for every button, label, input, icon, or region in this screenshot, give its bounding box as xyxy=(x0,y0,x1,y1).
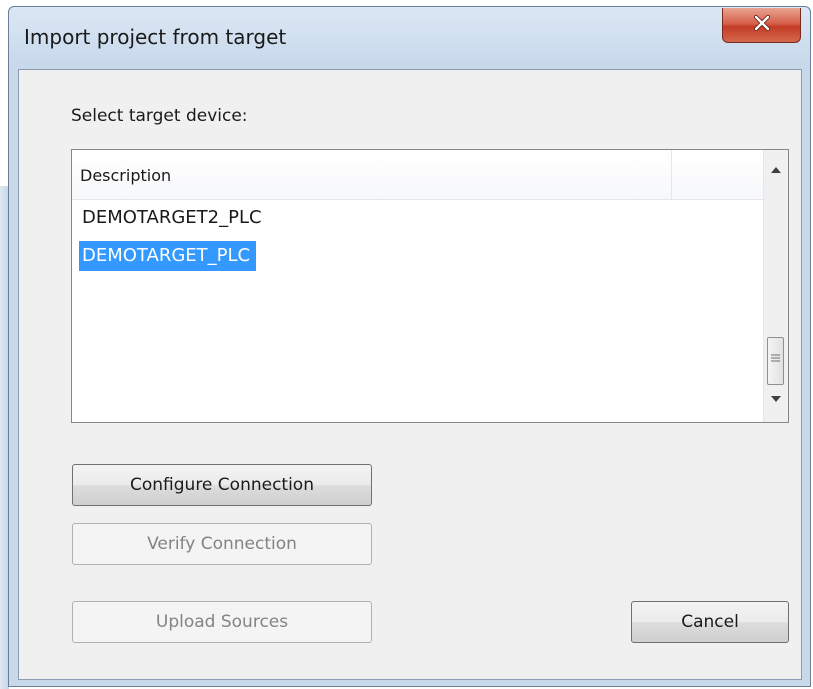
upload-sources-button[interactable]: Upload Sources xyxy=(72,601,372,643)
column-header-filler xyxy=(672,150,764,199)
import-project-dialog: Import project from target Select target… xyxy=(8,6,811,687)
scroll-thumb[interactable] xyxy=(767,337,784,385)
configure-connection-button[interactable]: Configure Connection xyxy=(72,464,372,506)
scroll-up-icon[interactable] xyxy=(771,167,781,173)
cancel-button[interactable]: Cancel xyxy=(631,601,789,643)
column-header-label: Description xyxy=(80,166,172,185)
dialog-body: Select target device: Description DEMOTA… xyxy=(18,69,802,680)
scroll-down-icon[interactable] xyxy=(771,396,781,402)
scroll-grip-icon xyxy=(771,354,780,362)
window-title: Import project from target xyxy=(24,25,287,49)
close-icon xyxy=(754,15,770,31)
select-target-label: Select target device: xyxy=(71,106,248,126)
list-item[interactable]: DEMOTARGET2_PLC xyxy=(79,203,268,233)
title-bar[interactable]: Import project from target xyxy=(9,7,810,69)
target-device-list[interactable]: Description DEMOTARGET2_PLC DEMOTARGET_P… xyxy=(71,149,789,423)
verify-connection-button[interactable]: Verify Connection xyxy=(72,523,372,565)
list-header: Description xyxy=(72,150,764,200)
column-header-description[interactable]: Description xyxy=(72,150,672,199)
vertical-scrollbar[interactable] xyxy=(763,150,788,422)
close-button[interactable] xyxy=(722,8,801,43)
list-item-selected[interactable]: DEMOTARGET_PLC xyxy=(79,241,257,271)
